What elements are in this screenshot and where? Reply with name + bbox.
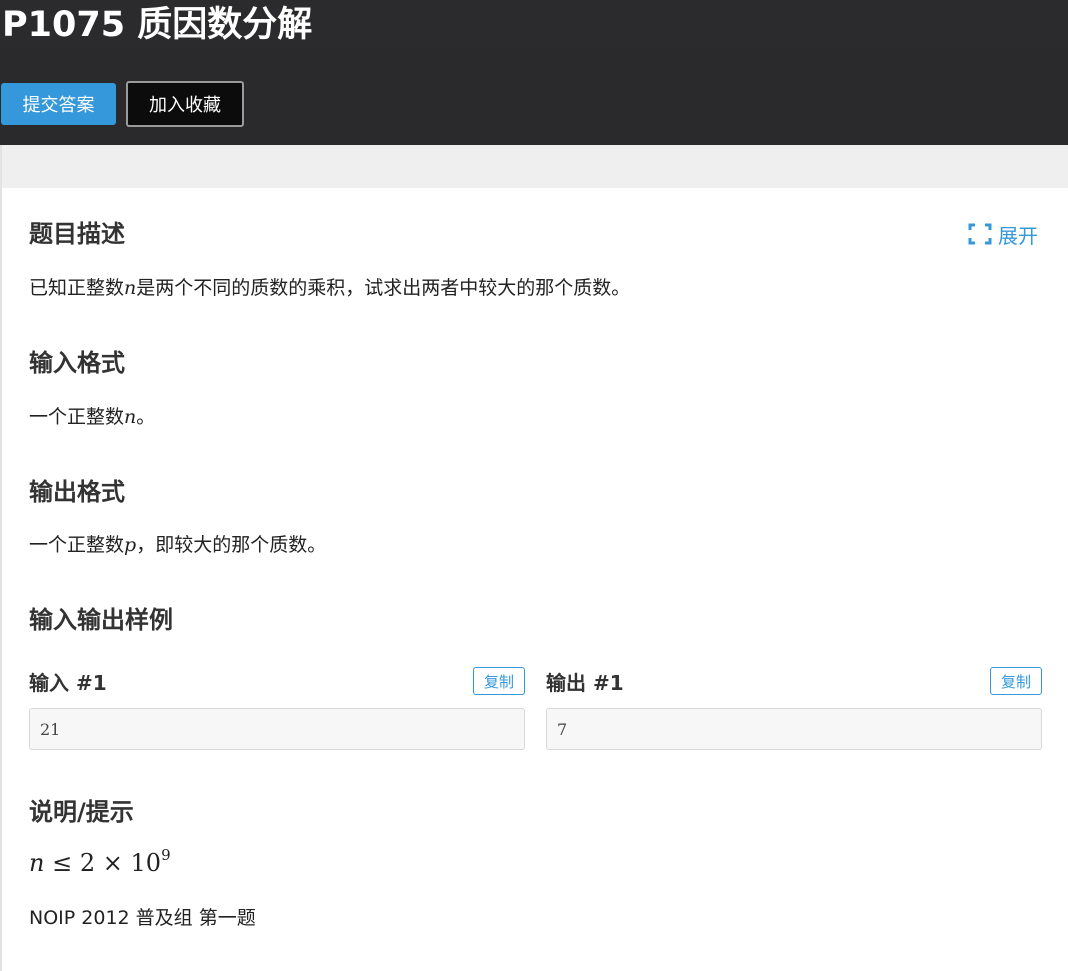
content-left-border bbox=[0, 145, 2, 971]
math-var-n: n bbox=[124, 406, 137, 428]
input-format-title: 输入格式 bbox=[29, 349, 125, 377]
math-var-n: n bbox=[124, 277, 137, 299]
problem-header: P1075 质因数分解 提交答案 加入收藏 bbox=[0, 0, 1068, 145]
math-var-p: p bbox=[124, 534, 137, 556]
sample-output-label: 输出 #1 bbox=[546, 671, 624, 695]
sample-output-box[interactable]: 7 bbox=[546, 708, 1042, 750]
output-format-title: 输出格式 bbox=[29, 478, 125, 506]
sample-input-label: 输入 #1 bbox=[29, 671, 107, 695]
copy-input-button[interactable]: 复制 bbox=[473, 667, 525, 695]
copy-output-button[interactable]: 复制 bbox=[990, 667, 1042, 695]
expand-button[interactable]: 展开 bbox=[968, 219, 1038, 249]
expand-icon bbox=[968, 223, 992, 245]
add-favorite-button[interactable]: 加入收藏 bbox=[126, 81, 244, 127]
sample-input-box[interactable]: 21 bbox=[29, 708, 525, 750]
description-title: 题目描述 bbox=[29, 220, 125, 248]
output-format-text: 一个正整数p，即较大的那个质数。 bbox=[29, 534, 327, 556]
submit-answer-button[interactable]: 提交答案 bbox=[1, 83, 116, 125]
expand-label: 展开 bbox=[998, 223, 1038, 248]
hint-title: 说明/提示 bbox=[29, 798, 134, 826]
toolbar-band bbox=[0, 145, 1068, 188]
input-format-text: 一个正整数n。 bbox=[29, 406, 156, 428]
problem-source: NOIP 2012 普及组 第一题 bbox=[29, 907, 256, 929]
samples-title: 输入输出样例 bbox=[29, 606, 173, 634]
page-title: P1075 质因数分解 bbox=[2, 5, 313, 45]
description-text: 已知正整数n是两个不同的质数的乘积，试求出两者中较大的那个质数。 bbox=[29, 277, 631, 299]
constraint-formula: n ≤ 2 × 109 bbox=[29, 846, 171, 878]
